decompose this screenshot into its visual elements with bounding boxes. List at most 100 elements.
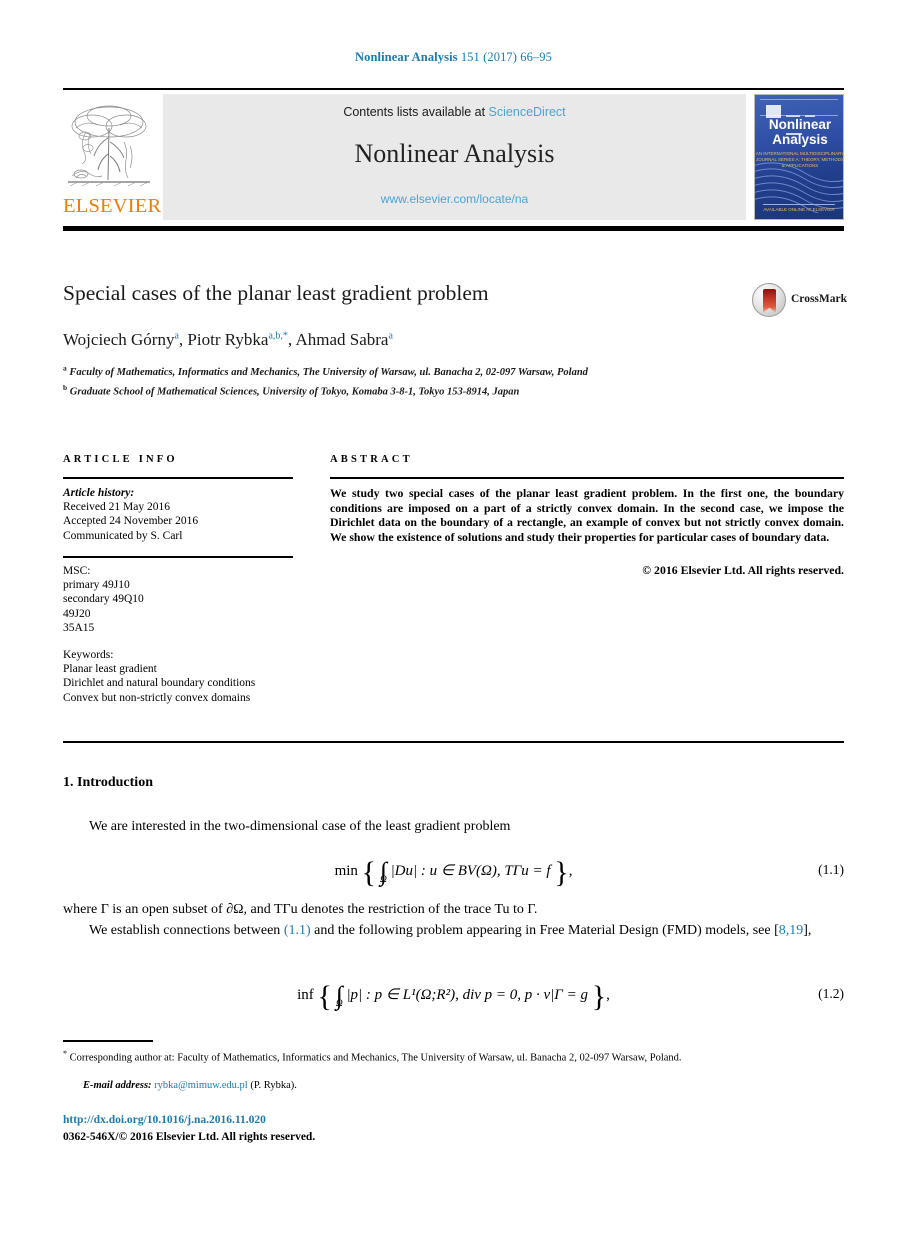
journal-homepage-link[interactable]: www.elsevier.com/locate/na [163, 192, 746, 206]
equation-1-2-body: |p| : p ∈ L¹(Ω;R²), div p = 0, p · ν|Γ =… [346, 987, 588, 1003]
page-title: Special cases of the planar least gradie… [63, 281, 489, 305]
affiliation-mark-0: a [63, 363, 67, 372]
article-history-communicated: Communicated by S. Carl [63, 529, 183, 542]
footnote-corresponding-text: Corresponding author at: Faculty of Math… [69, 1052, 682, 1064]
msc-item-1: secondary 49Q10 [63, 593, 144, 606]
journal-title: Nonlinear Analysis [354, 139, 555, 168]
crossmark-book-shape [763, 289, 776, 313]
msc-item-3: 35A15 [63, 621, 95, 634]
article-history-block: Article history: Received 21 May 2016 Ac… [63, 486, 303, 543]
intro-paragraph-3: We establish connections between (1.1) a… [63, 921, 844, 940]
author-name-0[interactable]: Wojciech Górny [63, 330, 174, 349]
equation-1-1: min { ∫Ω |Du| : u ∈ BV(Ω), TΓu = f }, (1… [63, 856, 844, 890]
issn-copyright-line: 0362-546X/© 2016 Elsevier Ltd. All right… [63, 1131, 316, 1143]
equation-1-1-open-brace: { [361, 856, 377, 889]
doi-link[interactable]: http://dx.doi.org/10.1016/j.na.2016.11.0… [63, 1114, 266, 1126]
affiliation-mark-1: b [63, 383, 68, 392]
article-info-heading: ARTICLE INFO [63, 454, 178, 465]
abstract-text: We study two special cases of the planar… [330, 486, 844, 544]
article-history-label: Article history: [63, 487, 135, 499]
equation-1-1-number: (1.1) [818, 862, 844, 877]
cover-title: Nonlinear Analysis [755, 117, 843, 147]
affiliation-text-0: Faculty of Mathematics, Informatics and … [69, 366, 588, 378]
abstract-rule [330, 477, 844, 479]
crossmark-label: CrossMark [791, 293, 848, 305]
equation-ref-1-1[interactable]: (1.1) [284, 923, 311, 938]
equation-1-1-integral-subscript: Ω [379, 875, 387, 885]
email-label: E-mail address: [83, 1080, 152, 1091]
msc-block: MSC: primary 49J10 secondary 49Q10 49J20… [63, 564, 303, 635]
contents-prefix: Contents lists available at [343, 105, 489, 119]
cover-masthead-lines [786, 107, 832, 135]
equation-1-2-content: inf { ∫Ω |p| : p ∈ L¹(Ω;R²), div p = 0, … [297, 980, 610, 1013]
keyword-item-1: Dirichlet and natural boundary condition… [63, 677, 256, 690]
author-name-1[interactable]: Piotr Rybka [187, 330, 268, 349]
article-history-accepted: Accepted 24 November 2016 [63, 515, 199, 528]
equation-1-1-close-brace: } [554, 856, 569, 889]
elsevier-tree-icon [66, 98, 152, 194]
msc-item-0: primary 49J10 [63, 579, 130, 592]
abstract-copyright: © 2016 Elsevier Ltd. All rights reserved… [642, 563, 844, 577]
running-head-journal: Nonlinear Analysis [354, 50, 458, 64]
intro-paragraph-2: where Γ is an open subset of ∂Ω, and TΓu… [63, 902, 538, 917]
header-thick-bar [63, 226, 844, 231]
footnote-asterisk-icon: * [63, 1049, 67, 1058]
affiliation-list: a Faculty of Mathematics, Informatics an… [63, 361, 763, 399]
crossmark-icon [752, 283, 786, 317]
footnote-email-line: E-mail address: rybka@mimuw.edu.pl (P. R… [63, 1080, 844, 1091]
equation-1-2-close-brace: } [591, 980, 607, 1013]
author-name-2[interactable]: Ahmad Sabra [295, 330, 388, 349]
equation-1-1-operator: min [334, 863, 358, 879]
equation-1-2-open-brace: { [317, 980, 332, 1013]
body-separator-rule [63, 741, 844, 743]
equation-1-1-body: |Du| : u ∈ BV(Ω), TΓu = f [390, 863, 551, 879]
section-title-introduction: 1. Introduction [63, 775, 153, 790]
intro-paragraph-1: We are interested in the two-dimensional… [89, 819, 511, 834]
intro-p3-part-b: and the following problem appearing in F… [310, 923, 779, 938]
msc-label: MSC: [63, 565, 91, 577]
author-marks-0: a [174, 330, 179, 342]
banner-grey-panel: Contents lists available at ScienceDirec… [163, 94, 746, 220]
article-history-received: Received 21 May 2016 [63, 501, 170, 514]
keyword-item-2: Convex but non-strictly convex domains [63, 691, 251, 704]
cover-masthead-bar [760, 99, 838, 135]
affiliation-text-1: Graduate School of Mathematical Sciences… [69, 386, 520, 398]
keywords-label: Keywords: [63, 649, 114, 661]
running-head-citation: 151 (2017) 66–95 [457, 50, 553, 64]
contents-lists-line: Contents lists available at ScienceDirec… [163, 105, 746, 119]
paper-page: Nonlinear Analysis 151 (2017) 66–95 ELSE… [0, 0, 907, 1238]
email-link[interactable]: rybka@mimuw.edu.pl [154, 1080, 248, 1091]
equation-1-2-number: (1.2) [818, 986, 844, 1001]
journal-header-banner: ELSEVIER Contents lists available at Sci… [63, 94, 844, 222]
footnote-rule [63, 1040, 153, 1042]
article-info-rule-2 [63, 556, 293, 558]
cover-footer-text: AVAILABLE ONLINE AT ELSEVIER [763, 204, 835, 212]
affiliation-0: a Faculty of Mathematics, Informatics an… [63, 363, 588, 378]
elsevier-wordmark: ELSEVIER [63, 195, 162, 217]
citation-ref-8-19[interactable]: 8,19 [779, 923, 804, 938]
author-marks-2: a [388, 330, 393, 342]
cover-title-line2: Analysis [772, 132, 828, 147]
email-owner: (P. Rybka). [250, 1080, 297, 1091]
sciencedirect-link[interactable]: ScienceDirect [489, 105, 566, 119]
intro-p3-part-c: ], [803, 923, 812, 938]
elsevier-logo: ELSEVIER [63, 94, 162, 222]
abstract-heading: ABSTRACT [330, 454, 413, 465]
author-marks-1: a,b,* [268, 330, 288, 342]
footnote-corresponding-author: * Corresponding author at: Faculty of Ma… [63, 1047, 844, 1065]
keyword-item-0: Planar least gradient [63, 663, 157, 676]
equation-1-1-content: min { ∫Ω |Du| : u ∈ BV(Ω), TΓu = f }, [334, 856, 573, 889]
affiliation-1: b Graduate School of Mathematical Scienc… [63, 381, 763, 399]
keywords-block: Keywords: Planar least gradient Dirichle… [63, 648, 313, 705]
cover-title-line1: Nonlinear [768, 117, 832, 132]
journal-cover-thumbnail[interactable]: Nonlinear Analysis AN INTERNATIONAL MULT… [754, 94, 844, 220]
article-info-rule [63, 477, 293, 479]
equation-1-2-integral-subscript: Ω [335, 999, 343, 1009]
equation-1-2-operator: inf [297, 987, 314, 1003]
intro-p3-part-a: We establish connections between [89, 923, 284, 938]
author-list: Wojciech Górnya, Piotr Rybkaa,b,*, Ahmad… [63, 330, 393, 349]
equation-1-2: inf { ∫Ω |p| : p ∈ L¹(Ω;R²), div p = 0, … [63, 980, 844, 1014]
crossmark-badge[interactable]: CrossMark [752, 283, 847, 317]
msc-item-2: 49J20 [63, 607, 91, 620]
header-top-rule [63, 88, 844, 90]
